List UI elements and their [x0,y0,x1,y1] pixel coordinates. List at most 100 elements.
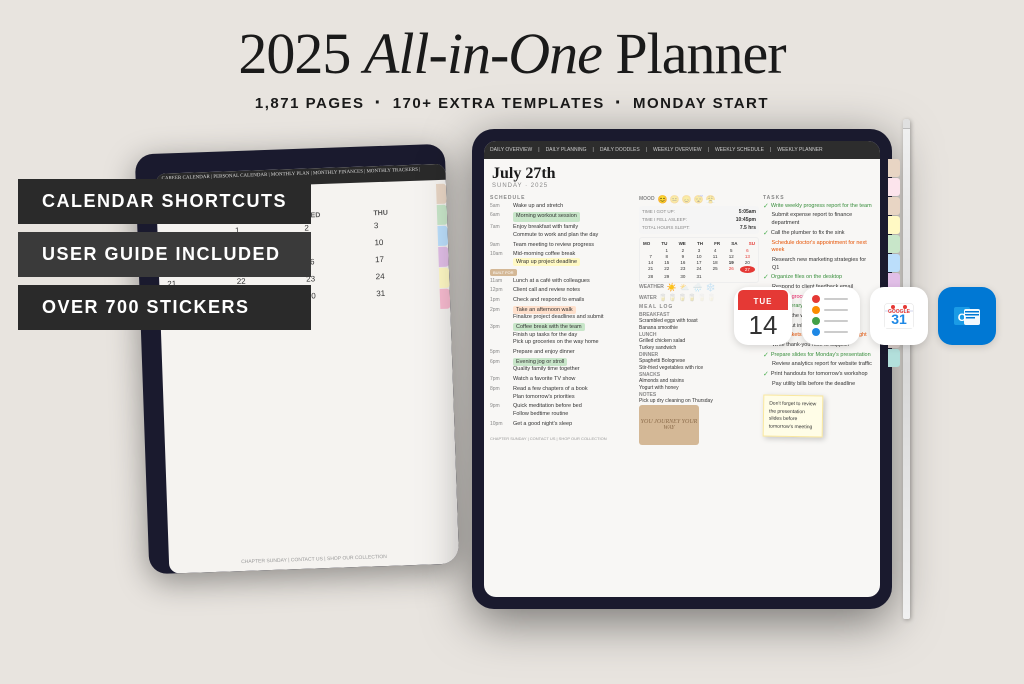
badge-guide-label: USER GUIDE INCLUDED [42,244,281,264]
mini-cal-date [724,274,739,279]
badge-shortcuts: CALENDAR SHORTCUTS [18,179,311,224]
dot-1: · [375,92,383,115]
notes-text: Pick up dry cleaning on Thursday [639,398,759,404]
task-item: Research new marketing strategies for Q1 [763,257,874,272]
mini-cal-date: 14 [643,260,658,265]
task-item: Submit expense report to finance departm… [763,212,874,227]
task-item: Schedule doctor's appointment for next w… [763,240,874,255]
mood-icon-1: 😊 [658,195,668,204]
nav-tab-daily-planning[interactable]: DAILY PLANNING [546,147,587,153]
mini-cal-date: 26 [724,266,739,273]
reminder-row-3 [812,317,850,325]
mini-cal-date: 5 [724,248,739,253]
mini-cal-date: 2 [675,248,690,253]
schedule-text: Client call and review notes [513,287,580,295]
schedule-text: Lunch at a café with colleagues [513,278,590,286]
schedule-text: Take an afternoon walkFinalize project d… [513,307,604,322]
schedule-time: 6pm [490,359,510,365]
nav-tab-weekly-planner[interactable]: WEEKLY PLANNER [777,147,822,153]
task-item: ✓ Organize files on the desktop [763,274,874,282]
reminder-row-1 [812,295,850,303]
sticky-note: Don't forget to review the presentation … [763,394,824,437]
mini-cal-date: 3 [691,248,706,253]
mini-cal-date: 12 [724,254,739,259]
schedule-time: 8pm [490,386,510,392]
mini-cal-date: 18 [708,260,723,265]
mini-cal-date: 29 [659,274,674,279]
pencil-tip [903,119,910,129]
sticky-note-text: Don't forget to review the presentation … [769,400,817,429]
schedule-text: Coffee break with the teamFinish up task… [513,324,599,347]
weather-icon-cloud: ⛅ [680,283,690,292]
planner-footer: CHAPTER SUNDAY | CONTACT US | SHOP OUR C… [490,436,635,441]
mini-cal-grid: 1 2 3 4 5 6 7 8 9 10 [643,248,755,279]
task-text: Write weekly progress report for the tea… [771,203,872,211]
schedule-item: 11am Lunch at a café with colleagues [490,278,635,286]
badge-stickers: OVER 700 STICKERS [18,285,311,330]
schedule-column: SCHEDULE 5am Wake up and stretch 6am Mor… [490,195,635,593]
schedule-time: 9pm [490,403,510,409]
title-section: 2025 All-in-One Planner 1,871 PAGES · 17… [238,0,785,115]
cal-day-thu: THU [373,208,439,217]
schedule-item: 10pm Get a good night's sleep [490,421,635,429]
mood-icon-3: 😞 [682,195,692,204]
task-item: Pay utility bills before the deadline [763,381,874,389]
side-tab-5[interactable] [888,235,900,253]
water-glass-2: 🥛 [668,294,677,302]
wake-row: TIME I GOT UP: 5:05am [642,209,756,215]
nav-tab-doodles[interactable]: DAILY DOODLES [600,147,640,153]
mini-cal-date: 17 [691,260,706,265]
nav-tab-daily-overview[interactable]: DAILY OVERVIEW [490,147,532,153]
schedule-text: Evening jog or strollQuality family time… [513,359,580,374]
build-for-label: BUILT FOR [490,269,635,276]
stat-start: MONDAY START [633,95,769,112]
side-tab-2[interactable] [888,178,900,196]
nav-tab-weekly-schedule[interactable]: WEEKLY SCHEDULE [715,147,764,153]
image-placeholder-text: YOU JOURNEY YOUR WAY [639,419,699,431]
calendar-day-number-box: 14 [749,310,778,341]
schedule-item: 8pm Read a few chapters of a bookPlan to… [490,386,635,401]
mini-cal-mo: MO [643,241,650,246]
time-trackers: TIME I GOT UP: 5:05am TIME I FELL ASLEEP… [639,206,759,234]
check-icon: ✓ [763,203,769,210]
cal-date: 17 [375,253,441,264]
schedule-text: Get a good night's sleep [513,421,572,429]
title-italic: All-in-One [364,21,602,86]
reminder-dot-red [812,295,820,303]
page-container: 2025 All-in-One Planner 1,871 PAGES · 17… [0,0,1024,684]
tab-4 [438,246,449,266]
schedule-time: 7am [490,224,510,230]
reminders-icon [802,287,860,345]
side-tab-3[interactable] [888,197,900,215]
schedule-item: 1pm Check and respond to emails [490,297,635,305]
mini-cal-date: 11 [708,254,723,259]
schedule-time: 2pm [490,307,510,313]
main-title: 2025 All-in-One Planner [238,22,785,86]
mini-cal-date: 1 [659,248,674,253]
water-label: WATER [639,295,657,301]
reminder-dot-orange [812,306,820,314]
mini-cal-sa: SA [731,241,737,246]
tablet-front: DAILY OVERVIEW | DAILY PLANNING | DAILY … [472,129,892,609]
mood-row: MOOD 😊 😐 😞 😴 😤 [639,195,759,204]
task-text: Schedule doctor's appointment for next w… [772,240,874,255]
task-text: Research new marketing strategies for Q1 [772,257,874,272]
mini-cal-date: 4 [708,248,723,253]
side-tab-11[interactable] [888,349,900,367]
task-item: Review analytics report for website traf… [763,361,874,369]
badge-stickers-label: OVER 700 STICKERS [42,297,250,317]
wake-time: 5:05am [739,209,756,215]
reminder-line-1 [824,298,848,300]
side-tab-6[interactable] [888,254,900,272]
side-tab-1[interactable] [888,159,900,177]
sleep-row: TIME I FELL ASLEEP: 10:45pm [642,217,756,223]
cal-day-wed: WED [304,210,370,219]
nav-tab-weekly-overview[interactable]: WEEKLY OVERVIEW [653,147,702,153]
reminder-dot-green [812,317,820,325]
mini-cal-header: MO TU WE TH FR SA SU [643,241,755,246]
schedule-label: SCHEDULE [490,195,635,201]
side-tab-4[interactable] [888,216,900,234]
google-calendar-icon: 31 GOOGLE [870,287,928,345]
mini-cal-date: 7 [643,254,658,259]
cal-date: 24 [376,270,442,281]
